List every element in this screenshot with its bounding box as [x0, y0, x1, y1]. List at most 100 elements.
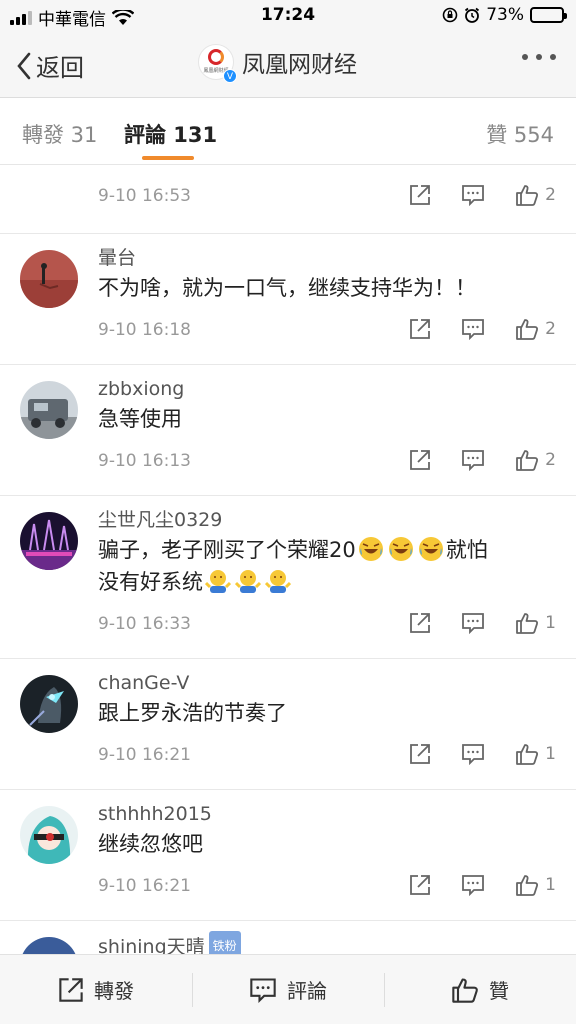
comment-date: 9-10 16:53: [98, 186, 191, 206]
repost-button[interactable]: [409, 318, 431, 340]
comment-actions: 1: [409, 743, 556, 765]
laugh-cry-emoji-icon: [358, 537, 383, 561]
comment-icon: [462, 875, 485, 896]
comment-icon: [462, 613, 485, 634]
tab-repost[interactable]: 轉發 31: [22, 119, 97, 149]
like-count: 2: [545, 319, 556, 339]
back-label: 返回: [36, 54, 84, 82]
repost-button[interactable]: [409, 612, 431, 634]
comment-icon: [462, 744, 485, 765]
comment-text-part: 骗子，老子刚买了个荣耀20: [98, 538, 356, 562]
verified-icon: V: [223, 69, 237, 83]
comment-actions: 2: [409, 449, 556, 471]
comment-actions: 1: [409, 612, 556, 634]
reply-button[interactable]: [461, 612, 485, 634]
comment-date: 9-10 16:13: [98, 451, 191, 471]
chevron-left-icon: [17, 52, 31, 79]
shrug-emoji-icon: [265, 570, 291, 593]
like-button[interactable]: 2: [515, 184, 556, 206]
like-button[interactable]: 2: [515, 318, 556, 340]
comment-actions: 2: [409, 318, 556, 340]
comment-date: 9-10 16:33: [98, 614, 191, 634]
list-item: chanGe-V 跟上罗永浩的节奏了 9-10 16:21 1: [0, 659, 576, 790]
like-button[interactable]: 1: [515, 874, 556, 896]
tab-bar: 轉發 31 評論 131 贊 554: [0, 99, 576, 165]
like-count: 1: [545, 613, 556, 633]
thumbs-up-icon: [516, 185, 539, 206]
avatar[interactable]: [20, 675, 78, 733]
account-header[interactable]: 鳳凰網財經 V 凤凰网财经: [198, 44, 357, 83]
avatar[interactable]: [20, 512, 78, 570]
list-item: zbbxiong 急等使用 9-10 16:13 2: [0, 365, 576, 496]
comment-text-part: 没有好系统: [98, 570, 203, 594]
repost-button[interactable]: [409, 874, 431, 896]
comment-action-button[interactable]: 評論: [192, 955, 384, 1024]
thumbs-up-icon: [516, 319, 539, 340]
commenter-name[interactable]: shining天晴 铁粉: [98, 931, 576, 954]
reply-button[interactable]: [461, 449, 485, 471]
commenter-name[interactable]: sthhhh2015: [98, 800, 576, 828]
comment-icon: [462, 319, 485, 340]
commenter-name[interactable]: 尘世凡尘0329: [98, 506, 576, 534]
reply-button[interactable]: [461, 318, 485, 340]
repost-button[interactable]: [409, 184, 431, 206]
tab-like[interactable]: 贊 554: [486, 119, 554, 149]
comment-date: 9-10 16:21: [98, 876, 191, 896]
like-button[interactable]: 1: [515, 743, 556, 765]
repost-button[interactable]: [409, 449, 431, 471]
repost-label: 轉發: [94, 979, 134, 1003]
avatar[interactable]: [20, 381, 78, 439]
list-item: shining天晴 铁粉: [0, 921, 576, 954]
list-item: 尘世凡尘0329 骗子，老子刚买了个荣耀20 就怕 没有好系统 9-10 16:3…: [0, 496, 576, 659]
share-icon: [410, 319, 431, 339]
status-bar: 中華電信 17:24 73%: [0, 0, 576, 32]
commenter-name[interactable]: zbbxiong: [98, 375, 576, 403]
repost-button[interactable]: [409, 743, 431, 765]
comment-list[interactable]: 9-10 16:53 2 暈台 不为啥，就为一口气，继续支持华为！！ 9-10 …: [0, 166, 576, 954]
comment-label: 評論: [287, 979, 327, 1003]
like-count: 1: [545, 875, 556, 895]
reply-button[interactable]: [461, 874, 485, 896]
like-button[interactable]: 1: [515, 612, 556, 634]
commenter-name[interactable]: chanGe-V: [98, 669, 576, 697]
like-label: 贊: [489, 979, 509, 1003]
comment-text-part: 就怕: [445, 538, 488, 562]
list-item: 9-10 16:53 2: [0, 176, 576, 234]
bottom-toolbar: 轉發 評論 贊: [0, 954, 576, 1024]
like-count: 2: [545, 185, 556, 205]
avatar[interactable]: [20, 806, 78, 864]
like-button[interactable]: 2: [515, 449, 556, 471]
more-button[interactable]: [522, 54, 556, 60]
active-tab-indicator: [142, 156, 194, 160]
commenter-name-text: shining天晴: [98, 936, 205, 954]
orientation-lock-icon: [442, 7, 458, 23]
repost-action-button[interactable]: 轉發: [0, 955, 192, 1024]
fan-badge: 铁粉: [208, 931, 241, 954]
share-icon: [410, 613, 431, 633]
comment-text: 骗子，老子刚买了个荣耀20 就怕 没有好系统: [98, 534, 576, 598]
avatar[interactable]: [20, 937, 78, 954]
thumbs-up-icon: [516, 744, 539, 765]
thumbs-up-icon: [516, 875, 539, 896]
back-button[interactable]: 返回: [16, 48, 84, 83]
reply-button[interactable]: [461, 743, 485, 765]
share-icon: [410, 185, 431, 205]
comment-icon: [250, 977, 276, 1003]
status-icons: 73%: [442, 5, 567, 25]
share-icon: [410, 744, 431, 764]
alarm-icon: [465, 7, 480, 23]
shrug-emoji-icon: [235, 570, 261, 593]
avatar[interactable]: [20, 250, 78, 308]
comment-text: 急等使用: [98, 407, 182, 431]
thumbs-up-icon: [452, 977, 478, 1003]
like-action-button[interactable]: 贊: [384, 955, 576, 1024]
commenter-name[interactable]: 暈台: [98, 244, 576, 272]
battery-percent: 73%: [486, 5, 524, 25]
reply-button[interactable]: [461, 184, 485, 206]
comment-text: 不为啥，就为一口气，继续支持华为！！: [98, 276, 476, 300]
comment-actions: 1: [409, 874, 556, 896]
like-count: 2: [545, 450, 556, 470]
tab-comment[interactable]: 評論 131: [124, 119, 217, 149]
shrug-emoji-icon: [205, 570, 231, 593]
comment-text: 继续忽悠吧: [98, 832, 203, 856]
